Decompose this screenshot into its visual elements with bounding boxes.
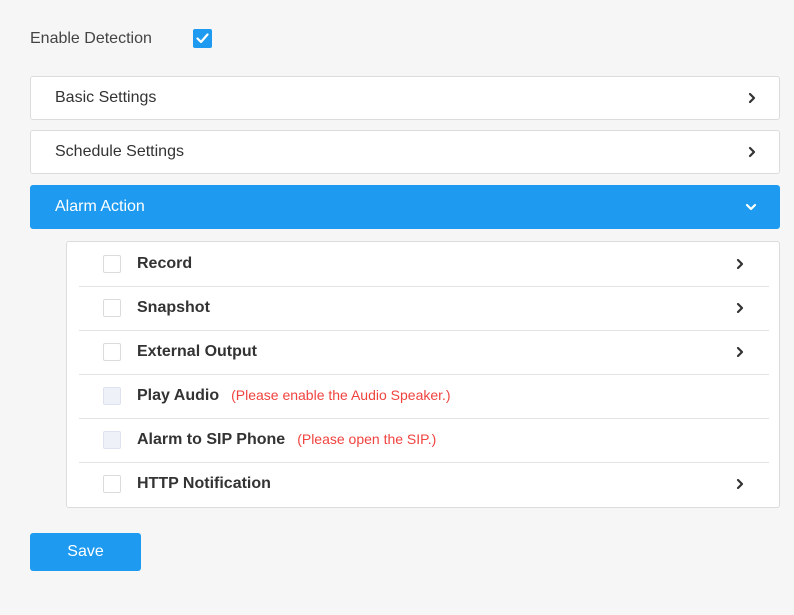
play-audio-warning: (Please enable the Audio Speaker.) bbox=[231, 387, 451, 403]
action-row-http-notification[interactable]: HTTP Notification bbox=[79, 462, 769, 506]
panel-alarm-action-title: Alarm Action bbox=[55, 198, 145, 215]
play-audio-checkbox[interactable] bbox=[103, 387, 121, 405]
enable-detection-checkbox[interactable] bbox=[193, 29, 212, 48]
action-row-external-output[interactable]: External Output bbox=[79, 330, 769, 375]
panel-basic-settings-title: Basic Settings bbox=[55, 89, 157, 106]
enable-detection-row: Enable Detection bbox=[30, 28, 152, 50]
chevron-right-icon[interactable] bbox=[735, 346, 745, 358]
chevron-right-icon[interactable] bbox=[735, 302, 745, 314]
sip-phone-checkbox[interactable] bbox=[103, 431, 121, 449]
action-row-play-audio: Play Audio (Please enable the Audio Speak… bbox=[79, 374, 769, 419]
sip-phone-label-wrap: Alarm to SIP Phone (Please open the SIP.) bbox=[137, 431, 436, 449]
panel-schedule-settings[interactable]: Schedule Settings bbox=[30, 130, 780, 174]
play-audio-label-wrap: Play Audio (Please enable the Audio Speak… bbox=[137, 387, 451, 405]
panel-alarm-action[interactable]: Alarm Action bbox=[30, 185, 780, 229]
panel-schedule-settings-title: Schedule Settings bbox=[55, 143, 184, 160]
snapshot-checkbox[interactable] bbox=[103, 299, 121, 317]
checkmark-icon bbox=[196, 33, 209, 44]
enable-detection-label: Enable Detection bbox=[30, 30, 152, 47]
save-button[interactable]: Save bbox=[30, 533, 141, 571]
action-row-sip-phone: Alarm to SIP Phone (Please open the SIP.) bbox=[79, 418, 769, 463]
chevron-right-icon[interactable] bbox=[735, 258, 745, 270]
record-label: Record bbox=[137, 255, 193, 272]
action-row-snapshot[interactable]: Snapshot bbox=[79, 286, 769, 331]
external-output-checkbox[interactable] bbox=[103, 343, 121, 361]
snapshot-label: Snapshot bbox=[137, 299, 210, 316]
http-notification-label: HTTP Notification bbox=[137, 475, 271, 492]
chevron-right-icon bbox=[748, 146, 756, 158]
http-notification-checkbox[interactable] bbox=[103, 475, 121, 493]
chevron-right-icon bbox=[748, 92, 756, 104]
external-output-label: External Output bbox=[137, 343, 258, 360]
sip-phone-label: Alarm to SIP Phone bbox=[137, 431, 286, 448]
action-row-record[interactable]: Record bbox=[79, 242, 769, 287]
record-checkbox[interactable] bbox=[103, 255, 121, 273]
chevron-down-icon bbox=[745, 203, 757, 211]
chevron-right-icon[interactable] bbox=[735, 478, 745, 490]
panel-basic-settings[interactable]: Basic Settings bbox=[30, 76, 780, 120]
alarm-action-list: Record Snapshot External Output Play Aud… bbox=[66, 241, 780, 508]
play-audio-label: Play Audio bbox=[137, 387, 220, 404]
sip-phone-warning: (Please open the SIP.) bbox=[297, 431, 437, 447]
